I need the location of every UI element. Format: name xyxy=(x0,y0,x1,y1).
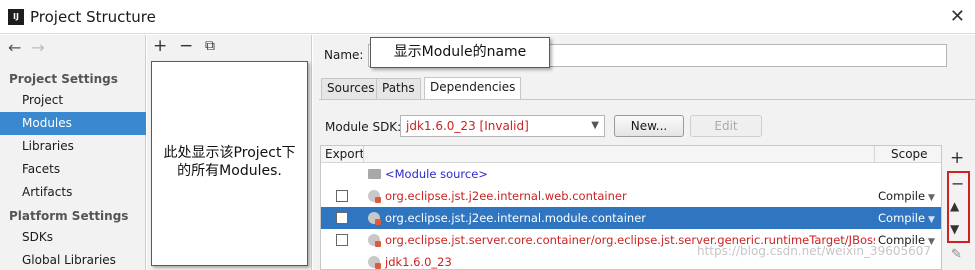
edit-dependency-icon[interactable]: ✎ xyxy=(951,247,962,262)
platform-settings-header: Platform Settings xyxy=(9,209,129,223)
library-icon xyxy=(368,256,381,269)
annotation-line-1: 此处显示该Project下 xyxy=(163,145,296,161)
table-row[interactable]: org.eclipse.jst.j2ee.internal.web.contai… xyxy=(321,185,941,207)
library-icon xyxy=(368,234,381,247)
move-down-icon[interactable]: ▼ xyxy=(950,222,959,236)
remove-module-icon[interactable]: − xyxy=(179,36,193,56)
chevron-down-icon: ▼ xyxy=(591,120,599,131)
export-checkbox[interactable] xyxy=(336,212,348,224)
add-module-icon[interactable]: + xyxy=(153,36,167,56)
export-checkbox[interactable] xyxy=(336,234,348,246)
add-dependency-icon[interactable]: + xyxy=(950,148,964,168)
title-bar: IJ Project Structure ✕ xyxy=(0,0,975,34)
library-icon xyxy=(368,212,381,225)
sidebar-item-sdks[interactable]: SDKs xyxy=(0,226,146,249)
column-export[interactable]: Export xyxy=(325,147,364,161)
scope-value: Compile xyxy=(878,211,926,225)
column-divider xyxy=(363,146,364,163)
scope-dropdown[interactable]: Compile ▼ xyxy=(878,185,935,209)
column-divider xyxy=(874,146,875,163)
sidebar-item-facets[interactable]: Facets xyxy=(0,158,146,181)
export-checkbox[interactable] xyxy=(336,190,348,202)
tab-paths[interactable]: Paths xyxy=(376,78,421,99)
forward-arrow-icon[interactable]: → xyxy=(31,38,44,57)
remove-dependency-icon[interactable]: − xyxy=(951,174,964,193)
close-icon[interactable]: ✕ xyxy=(950,6,965,27)
column-scope[interactable]: Scope xyxy=(891,147,928,161)
sdk-value: jdk1.6.0_23 [Invalid] xyxy=(406,119,529,133)
sidebar-item-project[interactable]: Project xyxy=(0,89,146,112)
chevron-down-icon: ▼ xyxy=(928,193,935,203)
scope-dropdown[interactable]: Compile ▼ xyxy=(878,207,935,231)
sidebar-item-global-libraries[interactable]: Global Libraries xyxy=(0,249,146,270)
sidebar-item-modules[interactable]: Modules xyxy=(0,112,146,135)
library-icon xyxy=(368,190,381,203)
move-up-icon[interactable]: ▲ xyxy=(950,199,959,213)
dependency-label: <Module source> xyxy=(385,167,488,181)
window-title: Project Structure xyxy=(30,8,156,26)
sidebar-item-artifacts[interactable]: Artifacts xyxy=(0,181,146,204)
chevron-down-icon: ▼ xyxy=(928,215,935,225)
dependency-label: org.eclipse.jst.j2ee.internal.web.contai… xyxy=(385,189,627,203)
tab-divider xyxy=(319,99,975,100)
table-row-selected[interactable]: org.eclipse.jst.j2ee.internal.module.con… xyxy=(321,207,941,229)
annotation-line-2: 的所有Modules. xyxy=(177,163,282,179)
back-arrow-icon[interactable]: ← xyxy=(8,38,21,57)
project-settings-header: Project Settings xyxy=(9,72,118,86)
module-sdk-dropdown[interactable]: jdk1.6.0_23 [Invalid] ▼ xyxy=(400,115,605,137)
table-header: Export Scope xyxy=(321,146,941,163)
tab-sources[interactable]: Sources xyxy=(321,78,381,99)
module-sdk-label: Module SDK: xyxy=(325,120,402,134)
tab-dependencies[interactable]: Dependencies xyxy=(424,77,522,100)
history-nav: ← → xyxy=(8,38,55,57)
folder-icon xyxy=(368,169,381,179)
name-annotation: 显示Module的name xyxy=(370,37,550,68)
edit-sdk-button[interactable]: Edit xyxy=(690,115,762,137)
sidebar-item-libraries[interactable]: Libraries xyxy=(0,135,146,158)
table-row[interactable]: <Module source> xyxy=(321,163,941,185)
scope-value: Compile xyxy=(878,189,926,203)
new-sdk-button[interactable]: New... xyxy=(614,115,684,137)
dependency-label: org.eclipse.jst.j2ee.internal.module.con… xyxy=(385,211,647,225)
copy-module-icon[interactable]: ⧉ xyxy=(205,38,215,54)
watermark: https://blog.csdn.net/weixin_39605607 xyxy=(697,244,932,258)
modules-list-annotation: 此处显示该Project下 的所有Modules. xyxy=(151,61,308,266)
intellij-app-icon: IJ xyxy=(8,9,24,25)
dependency-label: jdk1.6.0_23 xyxy=(385,255,452,269)
name-label: Name: xyxy=(324,48,364,62)
